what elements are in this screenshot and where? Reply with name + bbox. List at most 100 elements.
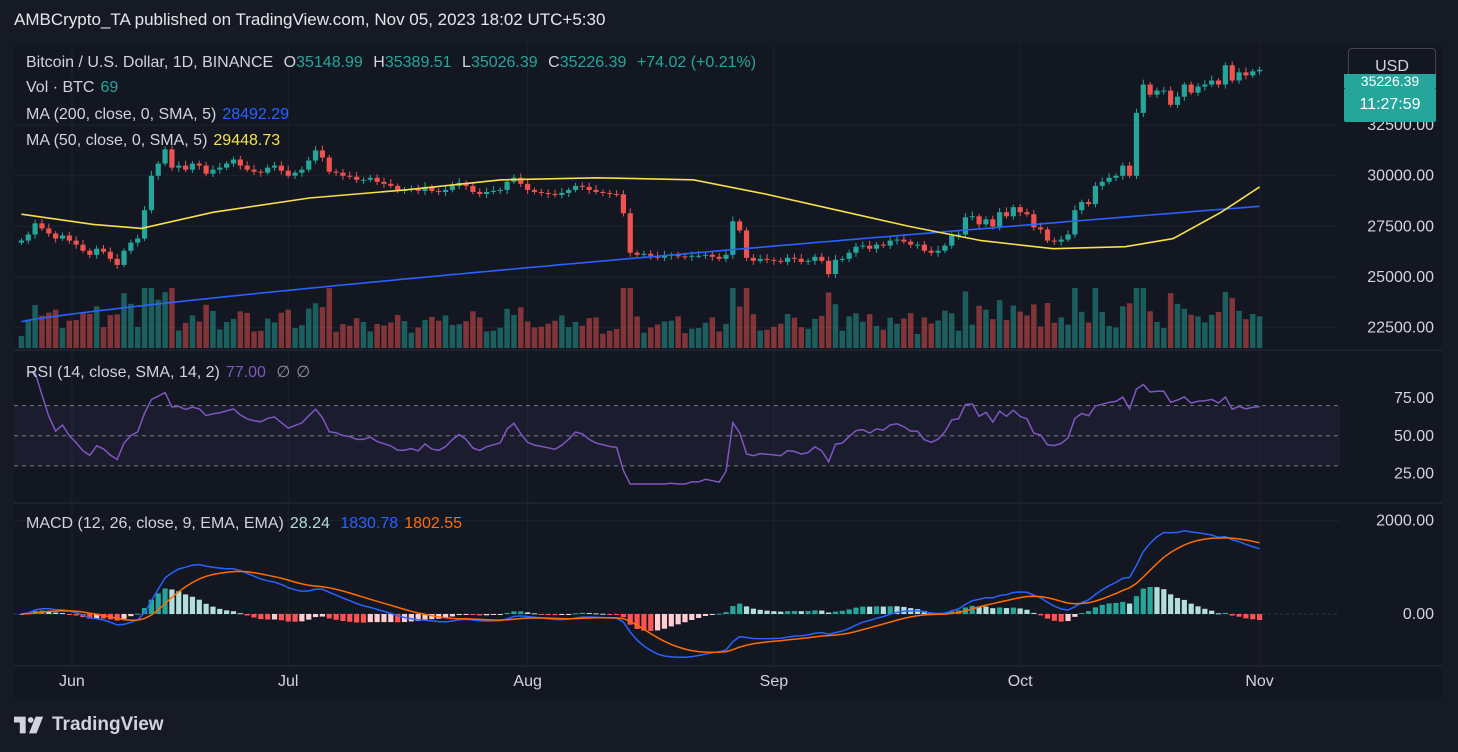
candle-body bbox=[1031, 214, 1037, 228]
symbol-label[interactable]: Bitcoin / U.S. Dollar, 1D, BINANCE bbox=[26, 54, 273, 71]
macd-histogram-bar bbox=[169, 589, 175, 614]
volume-bar bbox=[121, 293, 127, 348]
macd-histogram-bar bbox=[1140, 588, 1146, 614]
volume-bar bbox=[668, 320, 675, 348]
volume-bar bbox=[1161, 328, 1167, 348]
volume-bar bbox=[531, 327, 538, 348]
volume-bar bbox=[1037, 326, 1044, 348]
macd-histogram-bar bbox=[360, 614, 367, 623]
volume-bar bbox=[866, 314, 873, 348]
candle-body bbox=[1092, 185, 1099, 205]
volume-legend[interactable]: Vol · BTC 69 bbox=[26, 79, 124, 97]
candle-body bbox=[545, 192, 551, 194]
candle-body bbox=[504, 181, 510, 190]
volume-bar bbox=[1126, 303, 1133, 348]
volume-bar bbox=[1167, 293, 1174, 348]
volume-bar bbox=[223, 321, 230, 348]
volume-bar bbox=[1208, 314, 1215, 348]
macd-histogram-bar bbox=[757, 609, 763, 614]
footer-brand[interactable]: TradingView bbox=[14, 714, 164, 736]
candle-body bbox=[839, 258, 845, 260]
candle-body bbox=[1044, 229, 1051, 241]
volume-bar bbox=[504, 308, 510, 348]
volume-bar bbox=[1215, 311, 1222, 348]
macd-histogram-bar bbox=[702, 614, 709, 616]
volume-label: Vol · BTC bbox=[26, 79, 95, 96]
candle-body bbox=[901, 239, 907, 242]
macd-histogram-bar bbox=[1092, 607, 1099, 614]
candle-body bbox=[340, 172, 346, 176]
volume-bar bbox=[743, 288, 750, 348]
candle-body bbox=[326, 157, 332, 172]
candle-body bbox=[702, 254, 709, 256]
macd-histogram-bar bbox=[449, 614, 455, 617]
volume-bar bbox=[1140, 288, 1147, 348]
volume-bar bbox=[723, 323, 729, 348]
macd-histogram-bar bbox=[59, 613, 66, 615]
volume-bar bbox=[497, 327, 504, 348]
ma200-legend[interactable]: MA (200, close, 0, SMA, 5) 28492.29 bbox=[26, 106, 295, 124]
volume-bar bbox=[237, 311, 244, 348]
volume-bar bbox=[422, 319, 428, 348]
month-tick-label: Jun bbox=[59, 673, 85, 690]
volume-bar bbox=[1202, 322, 1208, 348]
volume-bar bbox=[360, 322, 367, 348]
macd-histogram-bar bbox=[511, 611, 517, 614]
macd-histogram-bar bbox=[354, 614, 360, 623]
macd-histogram-bar bbox=[265, 614, 271, 620]
open-value: 35148.99 bbox=[296, 54, 363, 71]
candle-body bbox=[306, 160, 312, 170]
volume-bar bbox=[894, 323, 900, 348]
candle-body bbox=[990, 219, 996, 227]
volume-bar bbox=[1017, 311, 1023, 348]
candle-body bbox=[224, 163, 230, 168]
volume-bar bbox=[141, 288, 148, 348]
volume-bar bbox=[832, 304, 839, 348]
volume-bar bbox=[1044, 303, 1051, 348]
macd-histogram-bar bbox=[251, 614, 257, 618]
volume-bar bbox=[93, 306, 100, 348]
candle-body bbox=[538, 191, 544, 193]
bar-countdown: 11:27:59 bbox=[1359, 96, 1421, 113]
ma50-legend[interactable]: MA (50, close, 0, SMA, 5) 29448.73 bbox=[26, 132, 286, 150]
macd-histogram-bar bbox=[66, 614, 72, 615]
volume-bar bbox=[148, 288, 155, 348]
volume-bar bbox=[401, 321, 408, 348]
volume-bar bbox=[648, 327, 654, 348]
volume-bar bbox=[1250, 313, 1256, 348]
candle-body bbox=[791, 257, 798, 259]
macd-histogram-bar bbox=[1256, 614, 1263, 621]
macd-histogram-bar bbox=[1209, 610, 1215, 614]
candle-body bbox=[716, 256, 722, 259]
macd-histogram-bar bbox=[593, 613, 599, 615]
macd-histogram-bar bbox=[381, 614, 387, 623]
volume-bar bbox=[1099, 311, 1105, 348]
volume-bar bbox=[620, 288, 627, 348]
low-label: L bbox=[462, 54, 471, 71]
volume-bar bbox=[593, 317, 599, 348]
macd-histogram-bar bbox=[230, 611, 237, 614]
candle-body bbox=[1250, 71, 1256, 76]
chart-frame[interactable]: 22500.00 25000.00 27500.00 30000.00 32500.00… bbox=[14, 44, 1442, 699]
macd-histogram-bar bbox=[1161, 589, 1167, 614]
volume-bar bbox=[203, 304, 209, 348]
macd-histogram-bar bbox=[196, 599, 202, 614]
candle-body bbox=[1209, 80, 1215, 85]
candle-body bbox=[832, 259, 839, 275]
macd-histogram-bar bbox=[1031, 612, 1037, 614]
macd-histogram-bar bbox=[826, 612, 832, 614]
candle-body bbox=[819, 256, 825, 261]
candle-body bbox=[1127, 165, 1133, 176]
volume-bar bbox=[1222, 291, 1229, 348]
candle-body bbox=[182, 165, 189, 170]
volume-bar bbox=[518, 307, 524, 348]
volume-bar bbox=[1106, 325, 1112, 348]
macd-histogram-bar bbox=[128, 614, 134, 617]
rsi-legend[interactable]: RSI (14, close, SMA, 14, 2) 77.00 ∅ ∅ bbox=[26, 362, 316, 382]
volume-bar bbox=[244, 312, 250, 348]
volume-bar bbox=[709, 317, 716, 348]
macd-legend[interactable]: MACD (12, 26, close, 9, EMA, EMA) 28.24 1… bbox=[26, 515, 468, 533]
volume-bar bbox=[442, 315, 449, 348]
volume-bar bbox=[1181, 308, 1188, 348]
volume-bar bbox=[572, 321, 579, 348]
